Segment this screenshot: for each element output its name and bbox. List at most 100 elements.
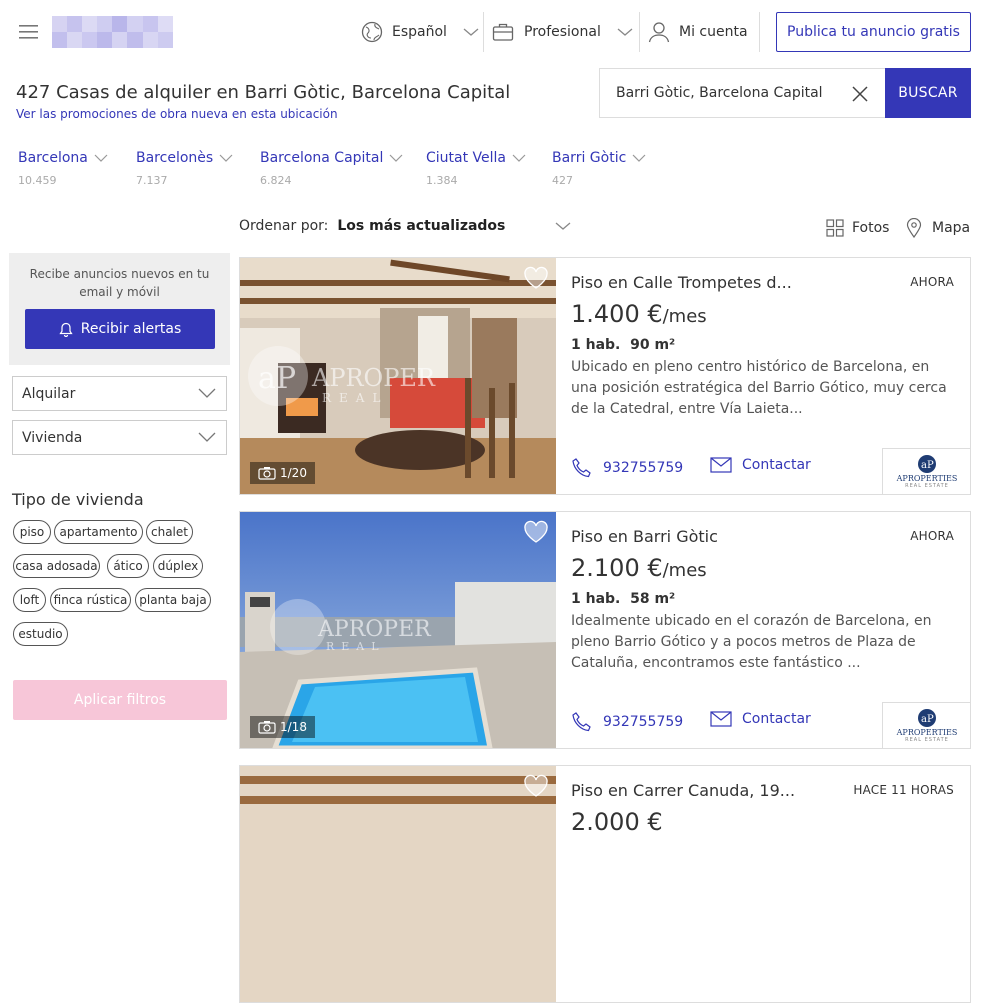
breadcrumb-barcelona-capital[interactable]: Barcelona Capital 6.824 — [260, 150, 403, 187]
listing-time: AHORA — [910, 529, 954, 543]
listing-title[interactable]: Piso en Carrer Canuda, 19... — [571, 781, 795, 800]
listing-price: 1.400 €/mes — [571, 300, 707, 328]
listing-card[interactable]: APROPER REAL 1/18 Piso en Barri Gòtic AH… — [239, 511, 971, 749]
phone-icon — [572, 712, 591, 732]
chip-atico[interactable]: ático — [107, 554, 149, 578]
heart-icon[interactable] — [523, 266, 549, 290]
bell-icon — [59, 322, 73, 337]
user-icon — [648, 22, 670, 43]
chip-duplex[interactable]: dúplex — [153, 554, 203, 578]
phone-number: 932755759 — [603, 714, 684, 730]
listing-description: Ubicado en pleno centro histórico de Bar… — [571, 359, 947, 417]
chevron-down-icon — [198, 432, 216, 442]
language-label: Español — [392, 24, 447, 40]
search-input[interactable]: Barri Gòtic, Barcelona Capital — [599, 68, 885, 118]
alerts-text: Recibe anuncios nuevos en tu email y móv… — [29, 267, 210, 299]
sort-selector[interactable]: Ordenar por: Los más actualizados — [239, 218, 571, 234]
clear-icon[interactable] — [852, 86, 868, 102]
contact-link[interactable]: Contactar — [710, 711, 811, 727]
menu-icon[interactable] — [19, 24, 39, 40]
receive-alerts-button[interactable]: Recibir alertas — [25, 309, 215, 349]
map-pin-icon — [906, 218, 922, 238]
chevron-down-icon — [219, 154, 233, 162]
phone-link[interactable]: 932755759 — [571, 711, 683, 733]
contact-label: Contactar — [742, 457, 811, 473]
breadcrumb-barri-gotic[interactable]: Barri Gòtic 427 — [552, 150, 646, 187]
price-value: 1.400 € — [571, 300, 663, 328]
breadcrumb-label: Barcelona — [18, 150, 88, 166]
agency-name: APROPERTIES — [896, 474, 958, 483]
breadcrumb-count: 427 — [552, 174, 573, 187]
chevron-down-icon — [555, 222, 571, 230]
photo-counter: 1/20 — [250, 462, 315, 484]
svg-text:aP: aP — [258, 361, 296, 396]
photo-count: 1/20 — [280, 466, 307, 480]
map-view-toggle[interactable]: Mapa — [906, 218, 970, 238]
chevron-down-icon — [512, 154, 526, 162]
svg-text:aP: aP — [921, 460, 934, 471]
apply-filters-button[interactable]: Aplicar filtros — [13, 680, 227, 720]
operation-select[interactable]: Alquilar — [12, 376, 227, 411]
account-label: Mi cuenta — [679, 24, 748, 40]
chip-loft[interactable]: loft — [13, 588, 46, 612]
listing-details: 1 hab. 90 m² — [571, 337, 676, 353]
heart-icon[interactable] — [523, 774, 549, 798]
briefcase-icon — [492, 23, 514, 41]
listing-title[interactable]: Piso en Calle Trompetes d... — [571, 273, 792, 292]
logo[interactable] — [52, 16, 173, 48]
chip-estudio[interactable]: estudio — [13, 622, 68, 646]
breadcrumb-ciutat-vella[interactable]: Ciutat Vella 1.384 — [426, 150, 526, 187]
property-select[interactable]: Vivienda — [12, 420, 227, 455]
listing-photo[interactable]: APROPER REAL — [240, 512, 556, 748]
photo-counter: 1/18 — [250, 716, 315, 738]
listing-card[interactable]: aP APROPER REAL 1/20 Piso en Calle Tromp… — [239, 257, 971, 495]
breadcrumb-count: 10.459 — [18, 174, 57, 187]
listing-photo[interactable] — [240, 766, 556, 1002]
listing-time: AHORA — [910, 275, 954, 289]
professional-label: Profesional — [524, 24, 601, 40]
publish-ad-button[interactable]: Publica tu anuncio gratis — [776, 12, 971, 52]
price-value: 2.100 € — [571, 554, 663, 582]
account-menu[interactable]: Mi cuenta — [648, 0, 748, 64]
listing-card[interactable]: Piso en Carrer Canuda, 19... HACE 11 HOR… — [239, 765, 971, 1003]
chip-piso[interactable]: piso — [13, 520, 51, 544]
breadcrumb-label: Barri Gòtic — [552, 150, 627, 166]
phone-link[interactable]: 932755759 — [571, 457, 683, 479]
photos-label: Fotos — [852, 220, 890, 236]
sort-label: Ordenar por: — [239, 218, 329, 234]
chip-finca-rustica[interactable]: finca rústica — [50, 588, 131, 612]
chip-chalet[interactable]: chalet — [146, 520, 193, 544]
agency-logo-mark: aP — [918, 455, 936, 473]
chip-apartamento[interactable]: apartamento — [54, 520, 143, 544]
agency-tagline: REAL ESTATE — [905, 737, 949, 743]
language-selector[interactable]: Español — [361, 0, 479, 64]
envelope-icon — [710, 711, 732, 727]
page-title: 427 Casas de alquiler en Barri Gòtic, Ba… — [16, 82, 511, 103]
contact-link[interactable]: Contactar — [710, 457, 811, 473]
map-label: Mapa — [932, 220, 971, 236]
camera-icon — [258, 467, 276, 480]
phone-icon — [572, 458, 591, 478]
agency-logo-mark: aP — [918, 709, 936, 727]
price-period: /mes — [662, 306, 707, 327]
chevron-down-icon — [94, 154, 108, 162]
breadcrumb-count: 1.384 — [426, 174, 458, 187]
photos-view-toggle[interactable]: Fotos — [826, 219, 889, 237]
chevron-down-icon — [389, 154, 403, 162]
heart-icon[interactable] — [523, 520, 549, 544]
agency-logo[interactable]: aP APROPERTIES REAL ESTATE — [882, 702, 970, 748]
breadcrumb-barcelones[interactable]: Barcelonès 7.137 — [136, 150, 233, 187]
listing-title[interactable]: Piso en Barri Gòtic — [571, 527, 718, 546]
watermark-text: APROPER — [311, 364, 436, 392]
chip-planta-baja[interactable]: planta baja — [135, 588, 211, 612]
breadcrumb-label: Barcelonès — [136, 150, 214, 166]
breadcrumb-count: 6.824 — [260, 174, 292, 187]
new-developments-link[interactable]: Ver las promociones de obra nueva en est… — [16, 107, 338, 121]
listing-photo[interactable]: aP APROPER REAL — [240, 258, 556, 494]
breadcrumb-barcelona[interactable]: Barcelona 10.459 — [18, 150, 108, 187]
search-button[interactable]: BUSCAR — [885, 68, 971, 118]
professional-menu[interactable]: Profesional — [492, 0, 633, 64]
agency-logo[interactable]: aP APROPERTIES REAL ESTATE — [882, 448, 970, 494]
chip-casa-adosada[interactable]: casa adosada — [13, 554, 100, 578]
watermark-text: APROPER — [317, 617, 432, 642]
